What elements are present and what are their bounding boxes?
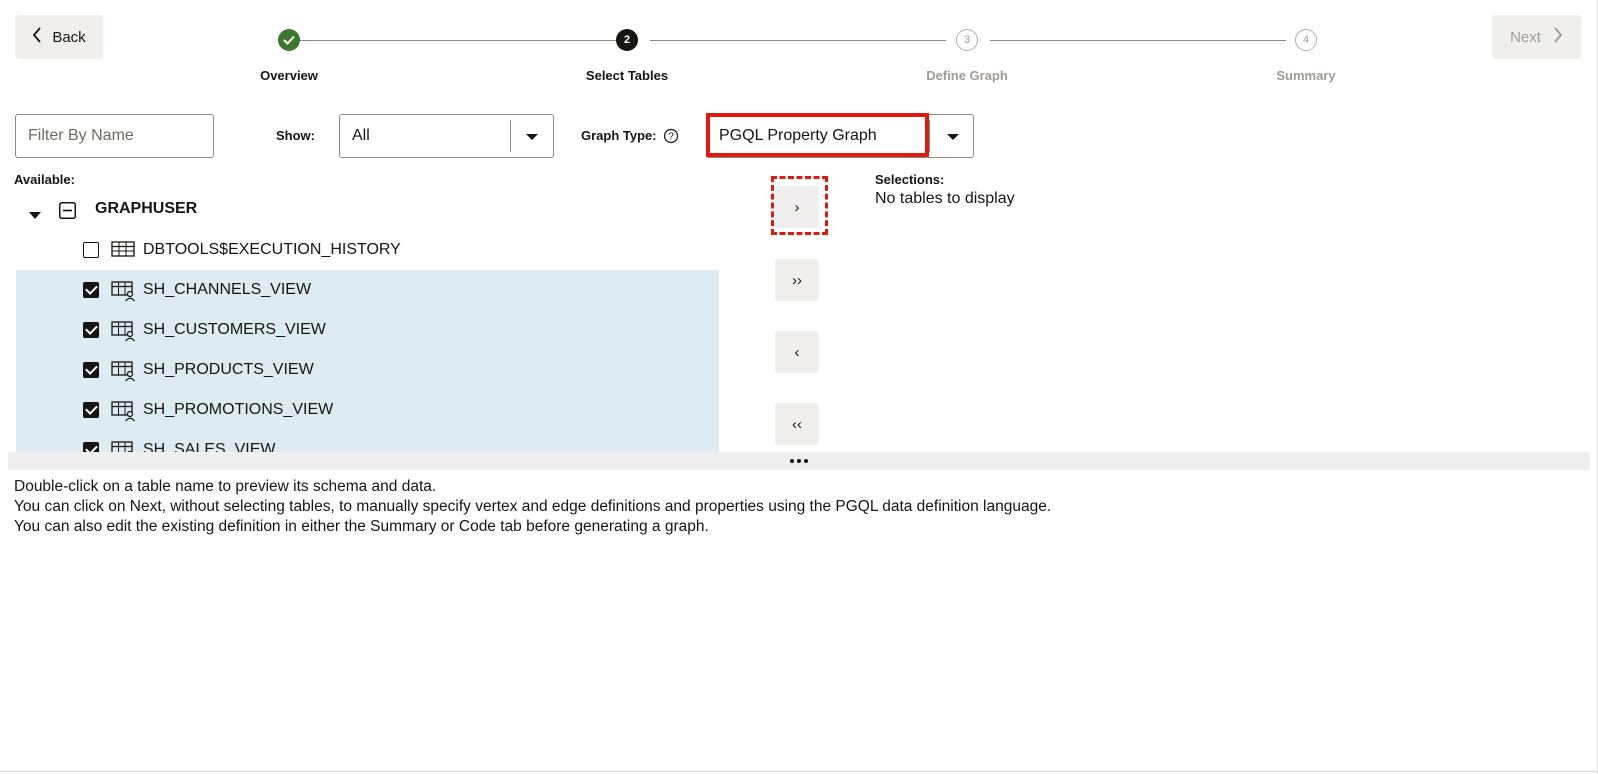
row-checkbox[interactable] [83, 242, 99, 258]
row-checkbox-checked[interactable] [83, 322, 99, 338]
row-checkbox-checked[interactable] [83, 282, 99, 298]
panel-splitter[interactable] [8, 452, 1590, 470]
chevron-left-icon [32, 27, 42, 47]
collapse-all-icon[interactable] [59, 202, 76, 224]
available-list: DBTOOLS$EXECUTION_HISTORY SH_CHANNELS_VI… [0, 230, 730, 452]
help-text-line: You can click on Next, without selecting… [14, 498, 1052, 515]
table-row[interactable]: SH_CHANNELS_VIEW [16, 270, 719, 310]
table-row[interactable]: DBTOOLS$EXECUTION_HISTORY [16, 230, 719, 270]
row-checkbox-checked[interactable] [83, 402, 99, 418]
selections-label: Selections: [875, 172, 945, 187]
step-summary[interactable]: 4 [1295, 29, 1317, 51]
next-label: Next [1510, 28, 1541, 46]
table-name: DBTOOLS$EXECUTION_HISTORY [143, 241, 401, 258]
step-define-graph[interactable]: 3 [956, 29, 978, 51]
splitter-dot [804, 459, 808, 463]
move-all-button[interactable]: ›› [775, 259, 819, 301]
graph-type-label: Graph Type: [581, 128, 657, 143]
show-select-divider [510, 120, 511, 152]
next-button[interactable]: Next [1492, 15, 1581, 59]
show-label: Show: [276, 128, 315, 143]
collapse-caret-icon[interactable] [29, 207, 41, 225]
available-label: Available: [14, 172, 75, 187]
back-button[interactable]: Back [15, 15, 103, 59]
table-row[interactable]: SH_PRODUCTS_VIEW [16, 350, 719, 390]
step-label-select-tables: Select Tables [585, 68, 669, 83]
view-icon [111, 400, 137, 427]
selections-empty-text: No tables to display [875, 190, 1015, 207]
table-name: SH_SALES_VIEW [143, 441, 276, 452]
table-row[interactable]: SH_PROMOTIONS_VIEW [16, 390, 719, 430]
graph-type-highlight [706, 113, 929, 157]
show-select[interactable]: All [339, 114, 554, 158]
row-checkbox-checked[interactable] [83, 442, 99, 452]
help-icon[interactable]: ? [663, 128, 679, 149]
svg-text:?: ? [668, 132, 674, 143]
step-select-tables[interactable]: 2 [616, 29, 638, 51]
step-label-summary: Summary [1276, 68, 1336, 83]
step-overview-icon[interactable] [278, 29, 300, 51]
view-icon [111, 280, 137, 307]
train-connector-2 [650, 40, 946, 41]
table-row[interactable]: SH_CUSTOMERS_VIEW [16, 310, 719, 350]
table-row[interactable]: SH_SALES_VIEW [16, 430, 719, 452]
table-name: SH_CHANNELS_VIEW [143, 281, 312, 298]
splitter-dot [797, 459, 801, 463]
show-value: All [352, 127, 370, 144]
help-text-line: Double-click on a table name to preview … [14, 478, 437, 495]
row-checkbox-checked[interactable] [83, 362, 99, 378]
view-icon [111, 320, 137, 347]
caret-down-icon[interactable] [526, 134, 538, 140]
filter-by-name-input[interactable]: Filter By Name [15, 114, 214, 158]
table-name: SH_PROMOTIONS_VIEW [143, 401, 334, 418]
splitter-dot [790, 459, 794, 463]
help-text-line: You can also edit the existing definitio… [14, 518, 709, 535]
back-label: Back [52, 28, 86, 46]
graph-type-divider [929, 120, 930, 152]
chevron-right-icon [1553, 27, 1563, 47]
schema-name[interactable]: GRAPHUSER [95, 200, 197, 218]
remove-all-button[interactable]: ‹‹ [775, 403, 819, 445]
step-label-define-graph: Define Graph [926, 68, 1008, 83]
bottom-border [0, 771, 1598, 772]
step-label-overview: Overview [260, 68, 318, 83]
table-icon [111, 240, 135, 265]
view-icon [111, 440, 137, 452]
table-name: SH_CUSTOMERS_VIEW [143, 321, 326, 338]
train-connector-1 [300, 40, 616, 41]
move-selected-highlight [771, 176, 828, 235]
caret-down-icon[interactable] [947, 134, 959, 140]
view-icon [111, 360, 137, 387]
remove-selected-button[interactable]: ‹ [775, 331, 819, 373]
table-name: SH_PRODUCTS_VIEW [143, 361, 314, 378]
train-connector-3 [990, 40, 1286, 41]
